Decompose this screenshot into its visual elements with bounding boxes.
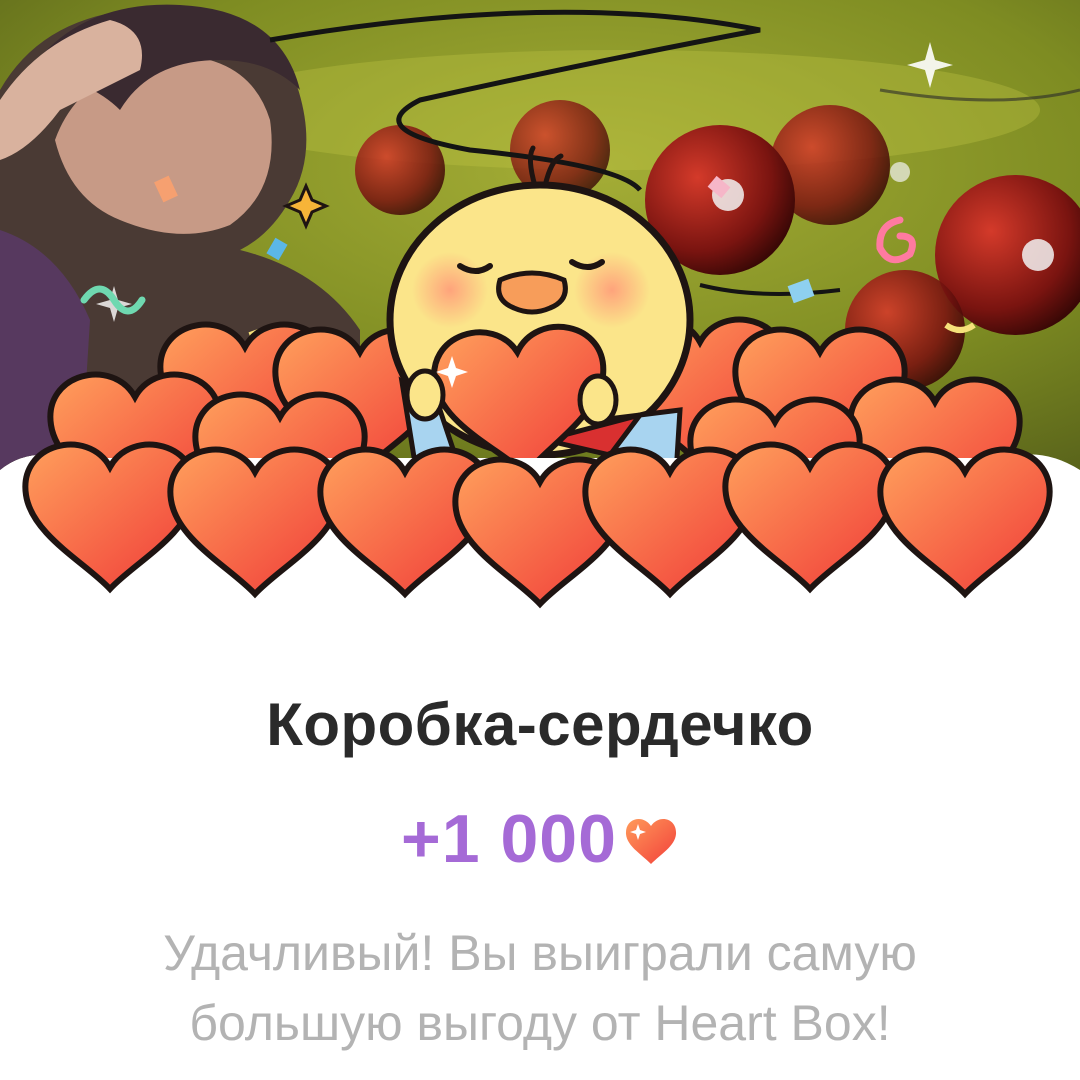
reward-amount-row: +1 000 [0, 800, 1080, 878]
heart-box-artwork [0, 0, 1080, 640]
heart-icon [625, 819, 676, 864]
heart-box-illustration [0, 0, 1080, 640]
reward-message: Удачливый! Вы выиграли самую большую выг… [163, 925, 917, 1051]
reward-amount: +1 000 [401, 801, 617, 877]
reward-title: Коробка-сердечко [266, 691, 814, 758]
